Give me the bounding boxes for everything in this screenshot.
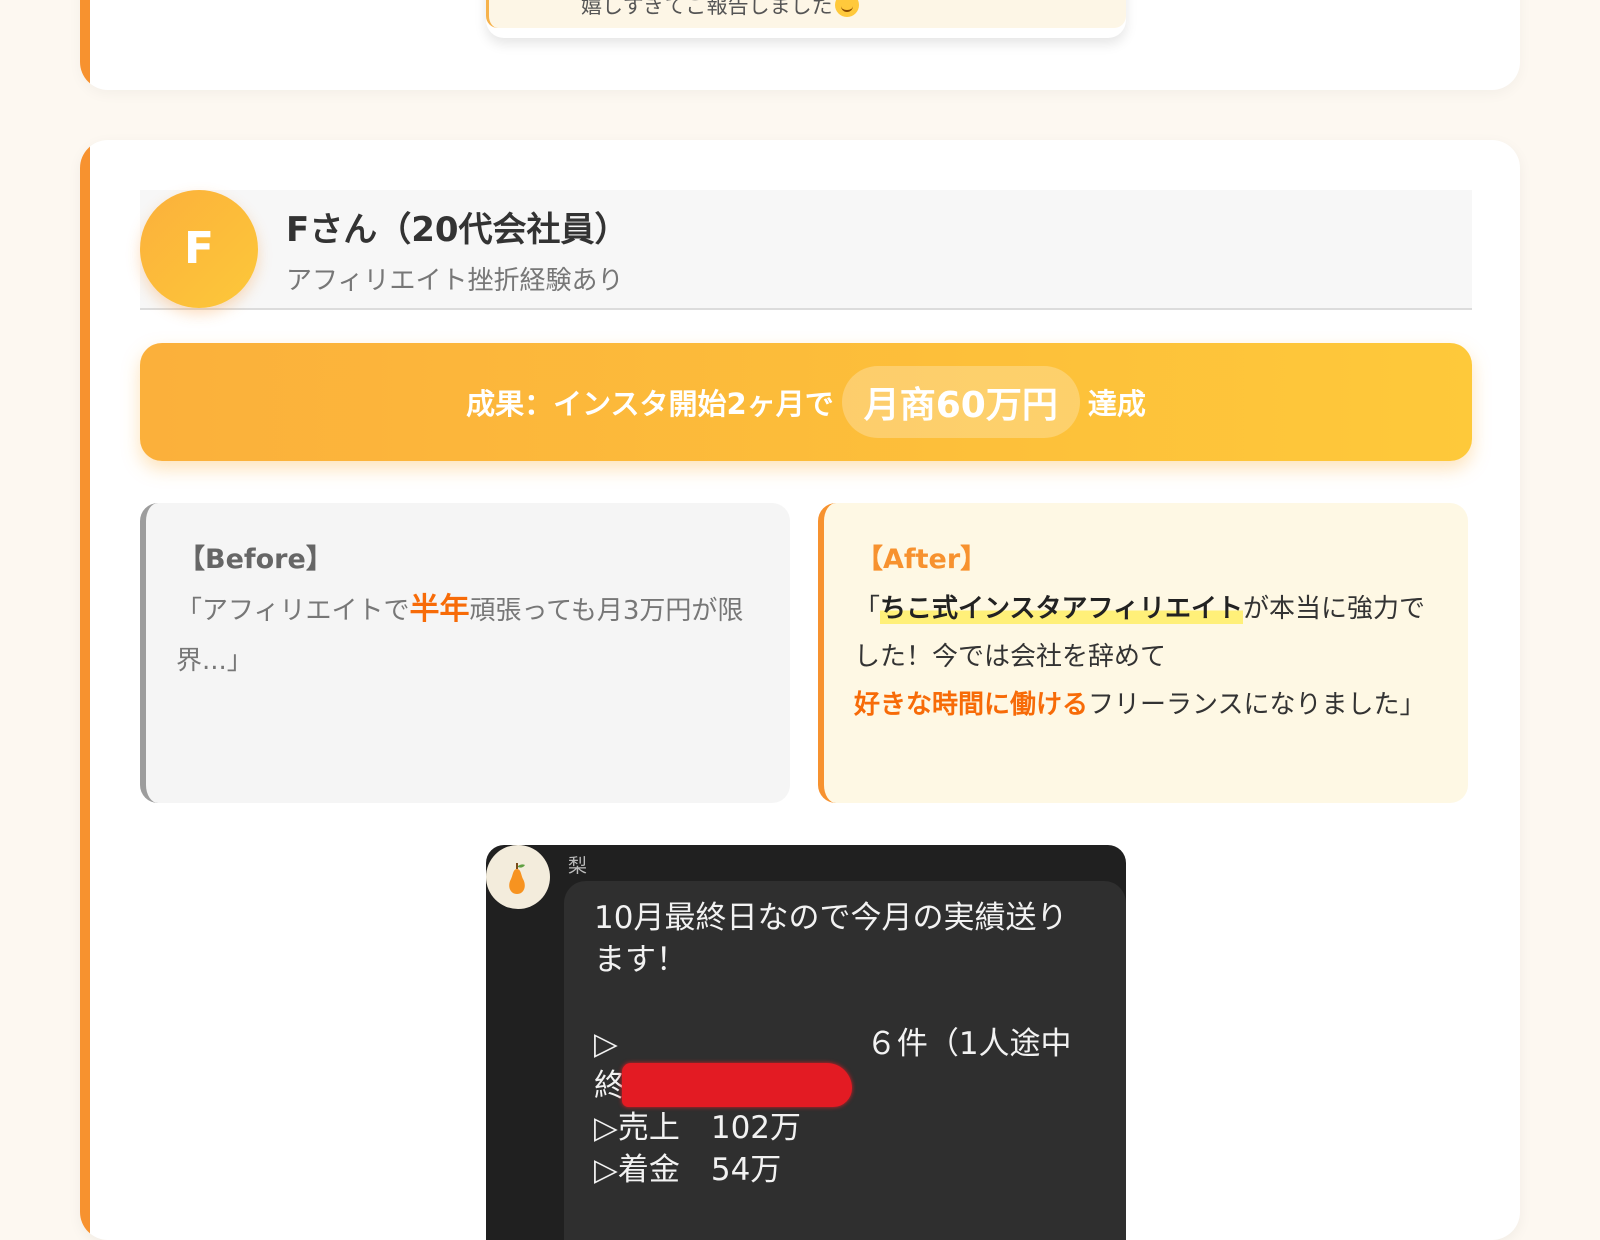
after-text: 「ちこ式インスタアフィリエイトが本当に強力でした！今では会社を辞めて 好きな時間に…: [854, 585, 1434, 729]
chat-bubble: 10月最終日なので今月の実績送ります！ ▷ ６件（1人途中終了） ▷売上 102…: [564, 881, 1126, 1240]
before-text-part: 「アフィリエイトで: [176, 596, 410, 626]
result-banner: 成果：インスタ開始2ヶ月で 月商60万円 達成: [140, 343, 1472, 461]
chat-message: 10月最終日なので今月の実績送ります！ ▷ ６件（1人途中終了） ▷売上 102…: [594, 900, 1072, 1188]
after-text-part: フリーランスになりました」: [1088, 690, 1426, 720]
before-text: 「アフィリエイトで半年頑張っても月3万円が限界...」: [176, 585, 756, 686]
result-suffix: 達成: [1087, 387, 1146, 421]
result-prefix: 成果：インスタ開始2ヶ月で: [466, 387, 834, 421]
after-quote-open: 「: [854, 594, 881, 624]
redaction-mark: [622, 1063, 852, 1107]
previous-chat-text: 嬉しすぎてご報告しました: [581, 0, 833, 18]
before-heading: 【Before】: [178, 544, 333, 575]
pear-icon: [509, 863, 525, 894]
previous-testimonial-card: 嬉しすぎてご報告しました: [80, 0, 1520, 90]
chat-sender-name: 梨: [568, 855, 588, 877]
profile-description: アフィリエイト挫折経験あり: [286, 266, 624, 296]
profile-header: F Fさん（20代会社員） アフィリエイト挫折経験あり: [140, 190, 1472, 310]
after-emphasis: 好きな時間に働ける: [854, 690, 1089, 720]
after-highlight: ちこ式インスタアフィリエイト: [880, 594, 1243, 624]
before-panel: 【Before】 「アフィリエイトで半年頑張っても月3万円が限界...」: [140, 503, 790, 803]
result-highlight: 月商60万円: [841, 366, 1080, 438]
chat-screenshot: 梨 10月最終日なので今月の実績送ります！ ▷ ６件（1人途中終了） ▷売上 1…: [486, 845, 1126, 1240]
smile-emoji-icon: [834, 0, 859, 17]
testimonial-card: F Fさん（20代会社員） アフィリエイト挫折経験あり 成果：インスタ開始2ヶ月…: [80, 140, 1520, 1240]
profile-name: Fさん（20代会社員）: [286, 210, 629, 250]
previous-chat-bubble: 嬉しすぎてご報告しました: [486, 0, 1126, 28]
before-emphasis: 半年: [409, 592, 470, 627]
after-heading: 【After】: [856, 544, 988, 575]
avatar: F: [140, 190, 258, 308]
after-panel: 【After】 「ちこ式インスタアフィリエイトが本当に強力でした！今では会社を辞…: [818, 503, 1468, 803]
chat-avatar: [486, 845, 550, 909]
previous-chat-screenshot: 嬉しすぎてご報告しました: [486, 0, 1126, 38]
